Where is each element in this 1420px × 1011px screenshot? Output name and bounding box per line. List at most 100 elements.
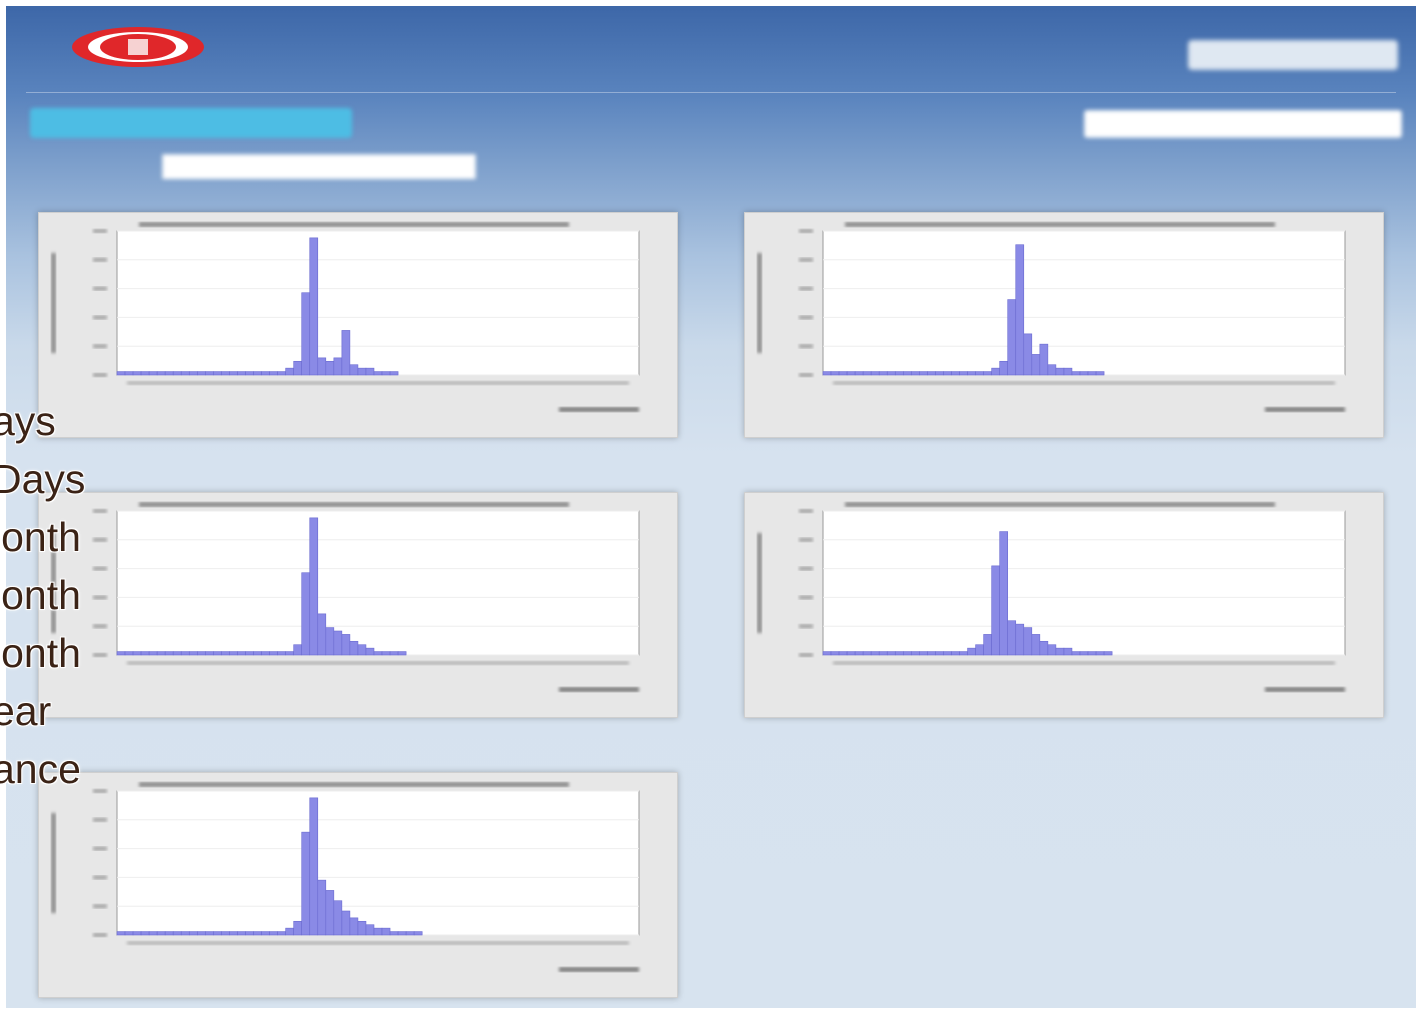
histogram-bar — [862, 371, 872, 376]
y-tick-label — [799, 229, 813, 233]
histogram-bar — [172, 651, 182, 656]
histogram-bar — [878, 651, 888, 656]
histogram-bar — [1007, 620, 1017, 656]
histogram-bar — [269, 931, 278, 936]
histogram-bar — [349, 640, 359, 656]
histogram-bar — [999, 531, 1009, 656]
tab-bar — [36, 154, 1416, 180]
x-axis-label-placeholder — [559, 407, 639, 412]
histogram-bar — [1103, 651, 1113, 656]
x-axis-label-placeholder — [1265, 407, 1345, 412]
histogram-bar — [140, 651, 150, 656]
chart-title-placeholder — [845, 222, 1275, 227]
x-axis-label-placeholder — [559, 967, 639, 972]
y-tick-label — [93, 344, 107, 349]
y-tick-label — [93, 229, 107, 233]
histogram-bar — [1031, 634, 1041, 656]
oval-red-logo-icon — [72, 27, 204, 67]
histogram-bar — [1047, 364, 1057, 376]
histogram-bar — [156, 931, 166, 936]
histogram-bar — [405, 931, 415, 936]
histogram-chart-2[interactable] — [744, 212, 1384, 438]
y-tick-label — [799, 653, 813, 657]
histogram-bar — [188, 371, 198, 376]
histogram-bar — [132, 651, 142, 656]
histogram-bar — [1055, 367, 1065, 376]
histogram-bar — [894, 371, 904, 376]
y-tick-label — [93, 624, 107, 629]
overlay-label[interactable]: lonth — [0, 566, 85, 624]
overlay-label[interactable]: Days — [0, 450, 85, 508]
histogram-bar — [325, 890, 335, 936]
histogram-bar — [349, 917, 359, 936]
tab-1[interactable] — [46, 154, 146, 178]
histogram-bar — [373, 371, 383, 376]
overlay-label[interactable]: ance — [0, 740, 85, 798]
histogram-bar — [261, 371, 270, 376]
histogram-bar — [919, 371, 928, 376]
histogram-bar — [172, 371, 182, 376]
histogram-bar — [911, 371, 920, 376]
overlay-label[interactable]: ear — [0, 682, 85, 740]
histogram-bar — [293, 644, 303, 656]
tab-3[interactable] — [494, 154, 650, 178]
histogram-bar — [991, 565, 1000, 656]
overlay-range-list: ays Days lonth lonth lonth ear ance — [0, 392, 85, 798]
chart-title-placeholder — [139, 502, 569, 507]
histogram-bar — [124, 371, 134, 376]
x-tick-labels — [127, 661, 629, 665]
histogram-bar — [1079, 371, 1089, 376]
tab-4[interactable] — [670, 154, 860, 178]
y-tick-label — [799, 286, 813, 291]
histogram-bar — [237, 371, 246, 376]
overlay-label[interactable]: ays — [0, 392, 85, 450]
histogram-bar — [317, 613, 327, 656]
histogram-bar — [164, 371, 174, 376]
y-tick-label — [93, 315, 107, 320]
histogram-bar — [317, 357, 327, 376]
account-button[interactable] — [1188, 40, 1398, 70]
histogram-bar — [365, 924, 375, 936]
logo[interactable] — [68, 24, 208, 70]
x-tick-labels — [833, 661, 1335, 665]
histogram-bar — [229, 931, 238, 936]
search-input[interactable] — [1084, 110, 1402, 138]
histogram-bar — [830, 371, 840, 376]
plot-area — [116, 790, 640, 936]
x-tick-labels — [127, 381, 629, 385]
overlay-label[interactable]: lonth — [0, 508, 85, 566]
histogram-bar — [261, 931, 270, 936]
y-tick-label — [799, 373, 813, 377]
histogram-bar — [205, 651, 214, 656]
y-tick-label — [93, 286, 107, 291]
tab-2-active[interactable] — [162, 154, 476, 179]
tab-5[interactable] — [882, 154, 1032, 178]
histogram-bar — [148, 651, 158, 656]
y-tick-label — [93, 373, 107, 377]
histogram-bar — [237, 651, 246, 656]
histogram-chart-3[interactable] — [38, 492, 678, 718]
histogram-bar — [285, 367, 294, 376]
histogram-chart-5[interactable] — [38, 772, 678, 998]
y-tick-label — [93, 566, 107, 571]
histogram-bar — [253, 651, 262, 656]
y-tick-label — [799, 624, 813, 629]
histogram-bar — [221, 371, 230, 376]
overlay-label[interactable]: lonth — [0, 624, 85, 682]
histogram-bar — [959, 371, 968, 376]
histogram-bar — [1063, 647, 1073, 656]
histogram-bar — [373, 651, 383, 656]
y-tick-label — [93, 789, 107, 793]
histogram-bar — [822, 371, 832, 376]
primary-action-button[interactable] — [30, 108, 352, 138]
histogram-bar — [205, 931, 214, 936]
histogram-chart-1[interactable] — [38, 212, 678, 438]
y-tick-label — [93, 653, 107, 657]
y-tick-label — [93, 904, 107, 909]
histogram-bar — [309, 517, 319, 656]
chart-title-placeholder — [139, 222, 569, 227]
histogram-bar — [389, 371, 399, 376]
y-axis-label-placeholder — [757, 253, 762, 353]
histogram-bar — [1087, 371, 1097, 376]
histogram-chart-4[interactable] — [744, 492, 1384, 718]
